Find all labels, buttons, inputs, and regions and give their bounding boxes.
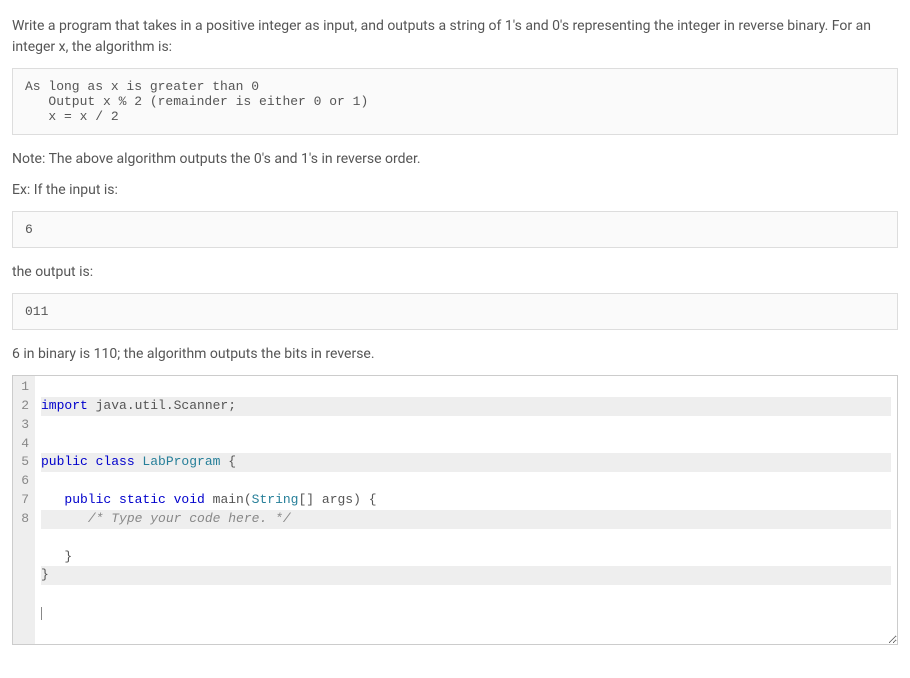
algo-line-2: Output x % 2 (remainder is either 0 or 1… <box>25 94 368 109</box>
algorithm-box: As long as x is greater than 0 Output x … <box>12 68 898 135</box>
example-input-box: 6 <box>12 211 898 248</box>
code-line-8 <box>41 605 42 620</box>
example-output-box: 011 <box>12 293 898 330</box>
code-line-1: import java.util.Scanner; <box>41 397 891 416</box>
code-line-5: /* Type your code here. */ <box>41 510 891 529</box>
code-line-3: public class LabProgram { <box>41 453 891 472</box>
example-input-label: Ex: If the input is: <box>12 180 898 201</box>
algo-line-1: As long as x is greater than 0 <box>25 79 259 94</box>
line-number: 1 <box>17 378 29 397</box>
line-number: 5 <box>17 453 29 472</box>
example-output-label: the output is: <box>12 262 898 283</box>
line-number: 4 <box>17 435 29 454</box>
line-number: 2 <box>17 397 29 416</box>
code-line-4: public static void main(String[] args) { <box>41 492 377 507</box>
line-number: 7 <box>17 491 29 510</box>
line-number: 3 <box>17 416 29 435</box>
line-number: 6 <box>17 472 29 491</box>
code-line-7: } <box>41 566 891 585</box>
code-line-6: } <box>41 549 72 564</box>
problem-intro: Write a program that takes in a positive… <box>12 16 898 58</box>
text-cursor-icon <box>41 607 42 620</box>
code-area[interactable]: import java.util.Scanner; public class L… <box>35 376 897 644</box>
note-text: Note: The above algorithm outputs the 0'… <box>12 149 898 170</box>
line-number: 8 <box>17 510 29 529</box>
algo-line-3: x = x / 2 <box>25 109 119 124</box>
line-number-gutter: 1 2 3 4 5 6 7 8 <box>13 376 35 644</box>
explanation-text: 6 in binary is 110; the algorithm output… <box>12 344 898 365</box>
code-editor[interactable]: 1 2 3 4 5 6 7 8 import java.util.Scanner… <box>12 375 898 645</box>
